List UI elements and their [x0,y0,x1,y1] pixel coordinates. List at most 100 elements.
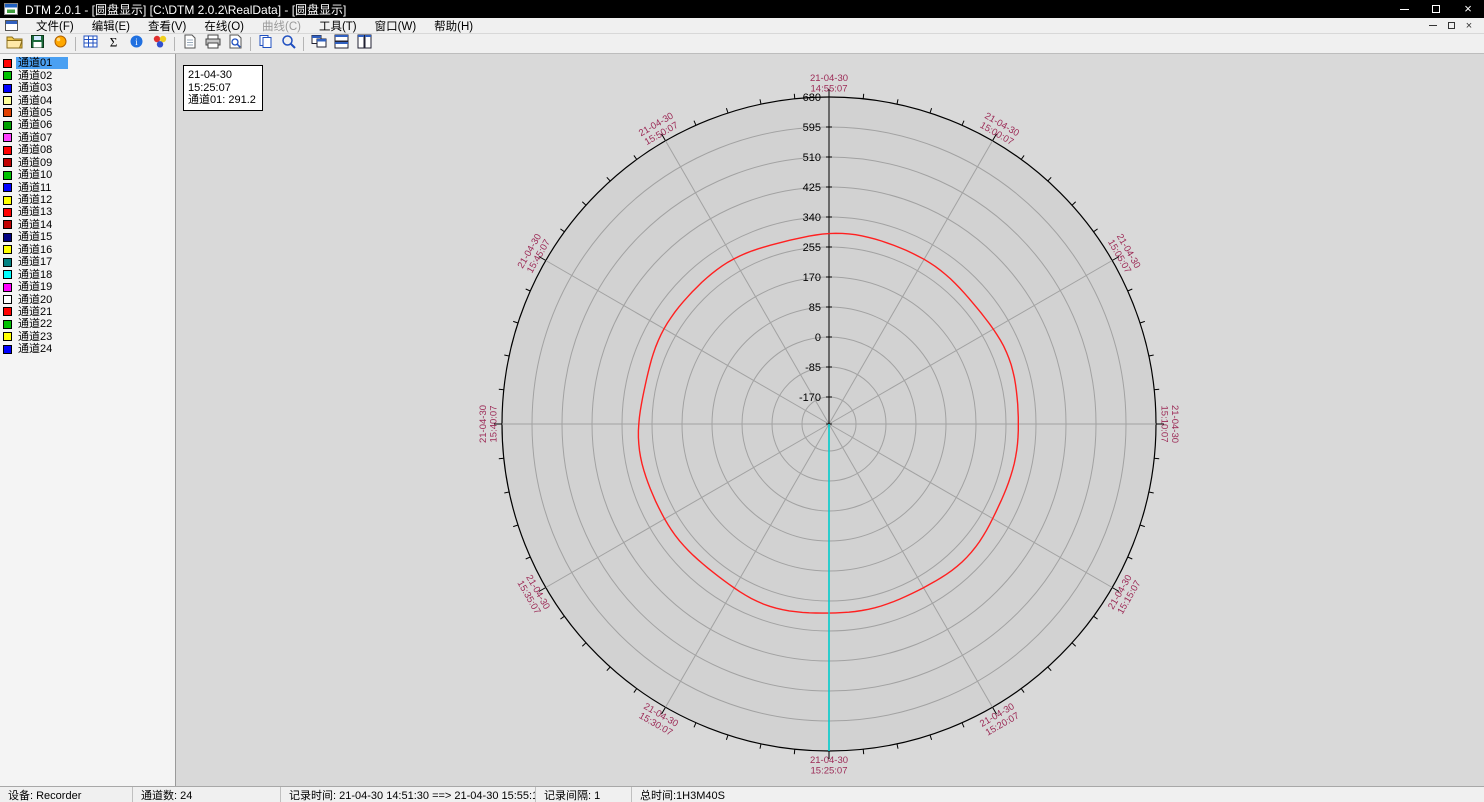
menu-item-0[interactable]: 文件(F) [27,17,83,35]
channel-color-swatch [3,84,12,93]
copy-button[interactable] [254,34,277,53]
channel-color-swatch [3,133,12,142]
minimize-icon [1400,9,1409,10]
channel-item-3[interactable]: 通道03 [3,82,175,94]
channel-color-swatch [3,158,12,167]
child-minimize-icon [1429,25,1437,26]
app-window: DTM 2.0.1 - [圆盘显示] [C:\DTM 2.0.2\RealDat… [0,0,1484,802]
status-segment-4: 总时间:1H3M40S [632,787,832,802]
channel-color-swatch [3,59,12,68]
channel-item-4[interactable]: 通道04 [3,94,175,106]
channel-label: 通道08 [16,144,54,156]
sum-button[interactable]: Σ [102,34,125,53]
channel-item-13[interactable]: 通道13 [3,206,175,218]
channel-color-swatch [3,345,12,354]
svg-text:Σ: Σ [110,34,118,49]
time-label: 21-04-3015:40:07 [478,405,500,443]
channel-color-swatch [3,283,12,292]
channel-item-23[interactable]: 通道23 [3,331,175,343]
channel-item-9[interactable]: 通道09 [3,157,175,169]
channel-item-7[interactable]: 通道07 [3,132,175,144]
channel-color-swatch [3,171,12,180]
channel-item-1[interactable]: 通道01 [3,57,175,69]
save-data-button[interactable] [26,34,49,53]
menu-item-2[interactable]: 查看(V) [139,17,195,35]
channel-color-swatch [3,71,12,80]
menu-item-4[interactable]: 曲线(C) [253,17,310,35]
svg-text:-85: -85 [805,362,821,374]
channel-color-swatch [3,320,12,329]
channel-item-6[interactable]: 通道06 [3,119,175,131]
channel-label: 通道20 [16,294,54,306]
menu-item-5[interactable]: 工具(T) [310,17,366,35]
cascade-windows-icon [311,34,327,54]
channel-item-12[interactable]: 通道12 [3,194,175,206]
channel-item-21[interactable]: 通道21 [3,306,175,318]
channel-item-10[interactable]: 通道10 [3,169,175,181]
maximize-button[interactable] [1420,0,1452,18]
channel-item-22[interactable]: 通道22 [3,318,175,330]
channel-item-11[interactable]: 通道11 [3,181,175,193]
open-folder-button[interactable] [3,34,26,53]
toolbar-separator [75,37,76,51]
channel-item-15[interactable]: 通道15 [3,231,175,243]
new-page-button[interactable] [178,34,201,53]
menu-item-1[interactable]: 编辑(E) [83,17,139,35]
toolbar-separator [250,37,251,51]
child-window-icon[interactable] [5,19,21,32]
menubar: 文件(F)编辑(E)查看(V)在线(O)曲线(C)工具(T)窗口(W)帮助(H)… [0,18,1484,34]
channel-list: 通道01通道02通道03通道04通道05通道06通道07通道08通道09通道10… [0,54,176,786]
channel-item-19[interactable]: 通道19 [3,281,175,293]
svg-text:595: 595 [803,122,821,134]
channel-item-24[interactable]: 通道24 [3,343,175,355]
channel-color-swatch [3,96,12,105]
print-preview-button[interactable] [224,34,247,53]
info-icon: i [129,34,144,54]
channel-item-2[interactable]: 通道02 [3,69,175,81]
channel-color-swatch [3,108,12,117]
channel-item-18[interactable]: 通道18 [3,268,175,280]
tile-vertical-button[interactable] [353,34,376,53]
svg-text:170: 170 [803,272,821,284]
svg-text:85: 85 [809,302,821,314]
table-icon [83,34,98,54]
info-button[interactable]: i [125,34,148,53]
window-controls: × [1388,0,1484,18]
cascade-windows-button[interactable] [307,34,330,53]
menu-item-7[interactable]: 帮助(H) [425,17,482,35]
channel-item-14[interactable]: 通道14 [3,219,175,231]
time-label: 21-04-3014:55:07 [810,73,848,95]
status-segment-3: 记录间隔: 1 [536,787,632,802]
channel-item-8[interactable]: 通道08 [3,144,175,156]
channel-color-swatch [3,307,12,316]
toolbar-separator [174,37,175,51]
chart-area[interactable]: 680595510425340255170850-85-17021-04-301… [176,54,1484,786]
record-button[interactable] [49,34,72,53]
menu-item-6[interactable]: 窗口(W) [366,17,426,35]
open-folder-icon [6,34,23,54]
record-icon [53,34,68,54]
tooltip-date: 21-04-30 [188,69,256,82]
print-button[interactable] [201,34,224,53]
child-restore-button[interactable] [1442,19,1460,33]
minimize-button[interactable] [1388,0,1420,18]
new-page-icon [182,34,197,54]
channel-label: 通道21 [16,306,54,318]
channel-item-17[interactable]: 通道17 [3,256,175,268]
table-button[interactable] [79,34,102,53]
channel-color-swatch [3,121,12,130]
child-close-button[interactable]: × [1460,19,1478,33]
close-button[interactable]: × [1452,0,1484,18]
time-label: 21-04-3015:25:07 [810,755,848,777]
channel-label: 通道17 [16,256,54,268]
palette-button[interactable] [148,34,171,53]
tile-horizontal-button[interactable] [330,34,353,53]
channel-label: 通道01 [16,57,68,69]
channel-item-20[interactable]: 通道20 [3,293,175,305]
menu-item-3[interactable]: 在线(O) [195,17,253,35]
child-minimize-button[interactable] [1424,19,1442,33]
close-icon: × [1464,1,1472,17]
channel-item-16[interactable]: 通道16 [3,244,175,256]
zoom-button[interactable] [277,34,300,53]
channel-item-5[interactable]: 通道05 [3,107,175,119]
